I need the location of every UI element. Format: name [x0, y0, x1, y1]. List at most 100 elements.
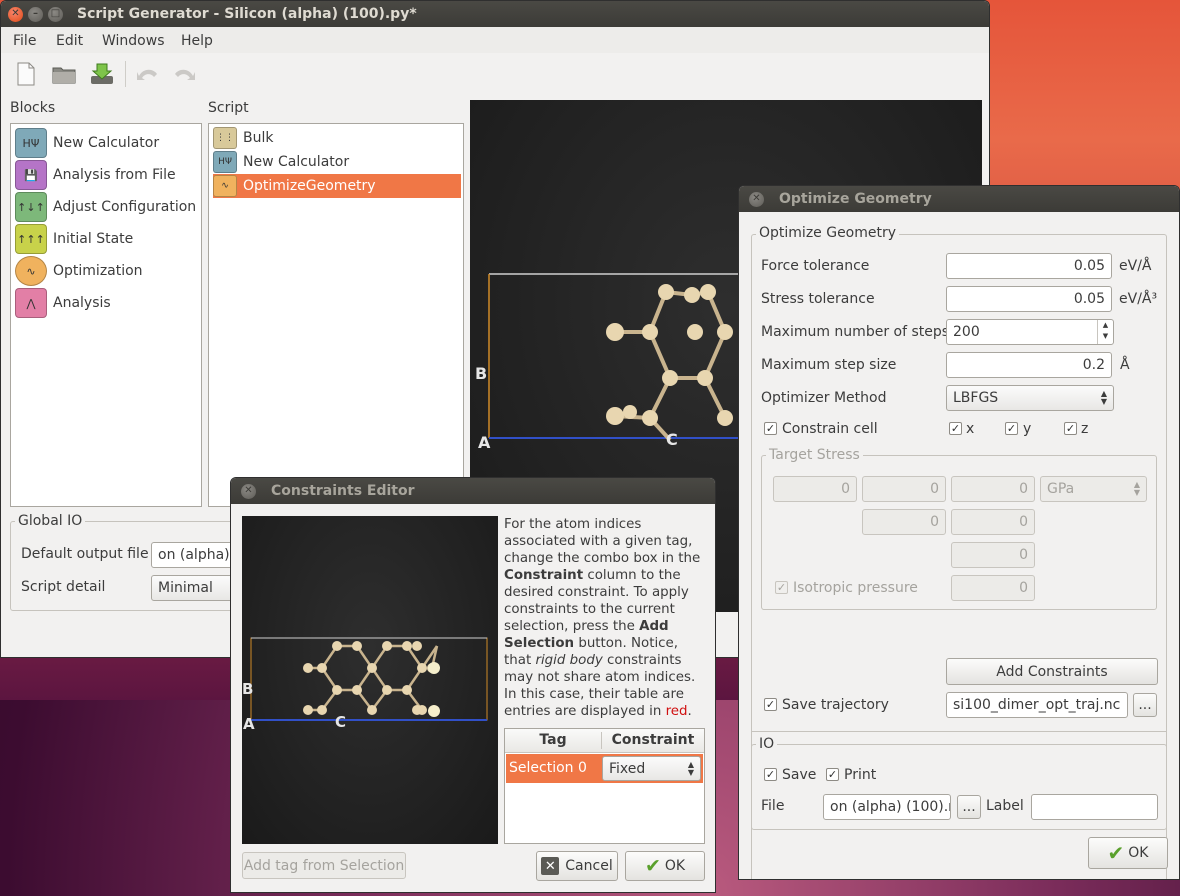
target-stress-title: Target Stress — [766, 447, 863, 463]
surface-structure-render: B A C — [242, 637, 488, 733]
help-text-part: For the atom indices associated with a g… — [504, 517, 701, 566]
table-header-tag[interactable]: Tag — [505, 732, 601, 748]
axis-label-a: A — [243, 715, 255, 733]
axis-label-a: A — [478, 433, 491, 452]
block-label: Adjust Configuration — [53, 199, 197, 215]
max-steps-value: 200 — [953, 324, 980, 340]
stress-yy-input[interactable]: 0 — [862, 509, 946, 535]
block-label: Initial State — [53, 231, 134, 247]
io-print-checkbox[interactable]: ✓ — [826, 768, 839, 781]
ok-label: OK — [1128, 845, 1149, 861]
io-save-label: Save — [782, 767, 817, 783]
block-initial-state[interactable]: ↑↑↑ Initial State — [15, 223, 199, 255]
force-tolerance-label: Force tolerance — [761, 258, 870, 274]
open-folder-icon[interactable] — [51, 61, 77, 87]
optimization-curve-icon: ∿ — [15, 256, 47, 286]
optimize-titlebar[interactable]: ✕ Optimize Geometry — [739, 186, 1179, 212]
block-label: Optimization — [53, 263, 143, 279]
stress-unit-combo[interactable]: GPa ▲ ▼ — [1040, 476, 1147, 502]
menu-file[interactable]: File — [13, 33, 36, 49]
constrain-z-checkbox[interactable]: ✓ — [1064, 422, 1077, 435]
table-header-constraint[interactable]: Constraint — [602, 732, 704, 748]
menu-edit[interactable]: Edit — [56, 33, 83, 49]
block-new-calculator[interactable]: HΨ New Calculator — [15, 127, 199, 159]
close-icon[interactable]: ✕ — [8, 6, 23, 22]
force-unit: eV/Å — [1119, 258, 1152, 274]
blocks-list[interactable]: HΨ New Calculator 💾 Analysis from File ↑… — [10, 123, 202, 507]
menu-help[interactable]: Help — [181, 33, 213, 49]
script-item-new-calculator[interactable]: HΨ New Calculator — [213, 150, 461, 174]
add-constraints-button[interactable]: Add Constraints — [946, 658, 1158, 685]
io-file-input[interactable]: on (alpha) (100).nc — [823, 794, 951, 820]
stress-xz-input[interactable]: 0 — [951, 476, 1035, 502]
stress-yz-input[interactable]: 0 — [951, 509, 1035, 535]
optimize-group-bottom — [751, 731, 1167, 732]
menu-windows[interactable]: Windows — [102, 33, 165, 49]
constrain-y-checkbox[interactable]: ✓ — [1005, 422, 1018, 435]
isotropic-pressure-checkbox[interactable]: ✓ — [775, 581, 788, 594]
io-browse-button[interactable]: ... — [957, 795, 981, 819]
optimize-ok-button[interactable]: ✔ OK — [1088, 837, 1168, 869]
constraints-table[interactable]: Tag Constraint Selection 0 Fixed ▲ ▼ — [504, 728, 705, 844]
optimizer-method-combo[interactable]: LBFGS ▲ ▼ — [946, 385, 1114, 411]
table-header-row: Tag Constraint — [505, 729, 704, 753]
close-icon[interactable]: ✕ — [749, 191, 764, 207]
block-analysis[interactable]: ⋀ Analysis — [15, 287, 199, 319]
close-icon[interactable]: ✕ — [241, 483, 256, 499]
optimize-group-title: Optimize Geometry — [756, 225, 900, 241]
constrain-y-label: y — [1023, 421, 1032, 437]
help-text-italic: rigid body — [535, 653, 603, 668]
save-trajectory-checkbox[interactable]: ✓ — [764, 698, 777, 711]
save-download-icon[interactable] — [89, 61, 115, 87]
check-icon: ✔ — [1107, 841, 1125, 865]
axis-label-c: C — [666, 430, 678, 449]
trajectory-file-input[interactable]: si100_dimer_opt_traj.nc — [946, 692, 1128, 718]
dialog-title: Optimize Geometry — [779, 191, 932, 207]
block-analysis-from-file[interactable]: 💾 Analysis from File — [15, 159, 199, 191]
isotropic-pressure-input[interactable]: 0 — [951, 575, 1035, 601]
minimize-icon[interactable]: – — [28, 6, 43, 22]
maximize-icon[interactable]: □ — [48, 6, 63, 22]
redo-icon[interactable] — [171, 61, 197, 87]
add-tag-from-selection-button[interactable]: Add tag from Selection — [242, 852, 406, 879]
help-text-bold: Constraint — [504, 568, 584, 583]
max-steps-spinbox[interactable]: 200 ▲ ▼ — [946, 319, 1114, 345]
io-title: IO — [756, 736, 778, 752]
stress-xy-input[interactable]: 0 — [862, 476, 946, 502]
constraints-titlebar[interactable]: ✕ Constraints Editor — [231, 478, 715, 504]
window-title: Script Generator - Silicon (alpha) (100)… — [77, 6, 417, 22]
stress-xx-input[interactable]: 0 — [773, 476, 857, 502]
script-list[interactable]: ⋮⋮ Bulk HΨ New Calculator ∿ OptimizeGeom… — [208, 123, 464, 507]
constrain-x-checkbox[interactable]: ✓ — [949, 422, 962, 435]
io-file-label: File — [761, 798, 785, 814]
constraints-editor-dialog: ✕ Constraints Editor B A C For the atom … — [230, 477, 716, 893]
script-item-bulk[interactable]: ⋮⋮ Bulk — [213, 126, 461, 150]
ok-label: OK — [664, 858, 686, 874]
max-step-size-input[interactable]: 0.2 — [946, 352, 1112, 378]
table-row[interactable]: Selection 0 Fixed ▲ ▼ — [506, 754, 703, 783]
io-label-input[interactable] — [1031, 794, 1158, 820]
stress-tolerance-input[interactable]: 0.05 — [946, 286, 1112, 312]
force-tolerance-input[interactable]: 0.05 — [946, 253, 1112, 279]
script-item-label: Bulk — [243, 130, 274, 146]
new-file-icon[interactable] — [13, 61, 39, 87]
constraints-structure-viewer[interactable]: B A C — [242, 516, 498, 844]
main-titlebar[interactable]: ✕ – □ Script Generator - Silicon (alpha)… — [1, 1, 989, 27]
stress-zz-input[interactable]: 0 — [951, 542, 1035, 568]
block-optimization[interactable]: ∿ Optimization — [15, 255, 199, 287]
trajectory-browse-button[interactable]: ... — [1133, 693, 1157, 717]
spin-arrows-icon[interactable]: ▲ ▼ — [1097, 320, 1113, 344]
isotropic-pressure-label: Isotropic pressure — [793, 580, 918, 596]
optimizer-method-label: Optimizer Method — [761, 390, 887, 406]
undo-icon[interactable] — [135, 61, 161, 87]
cancel-button[interactable]: ✕ Cancel — [536, 851, 618, 881]
adjust-arrows-icon: ↑↓↑ — [15, 192, 47, 222]
constrain-cell-checkbox[interactable]: ✓ — [764, 422, 777, 435]
row-tag-cell[interactable]: Selection 0 — [509, 760, 587, 776]
block-adjust-configuration[interactable]: ↑↓↑ Adjust Configuration — [15, 191, 199, 223]
constraints-ok-button[interactable]: ✔ OK — [625, 851, 705, 881]
io-save-checkbox[interactable]: ✓ — [764, 768, 777, 781]
script-item-optimize-geometry[interactable]: ∿ OptimizeGeometry — [213, 174, 461, 198]
row-constraint-combo[interactable]: Fixed ▲ ▼ — [602, 756, 701, 781]
toolbar-separator — [125, 61, 126, 87]
